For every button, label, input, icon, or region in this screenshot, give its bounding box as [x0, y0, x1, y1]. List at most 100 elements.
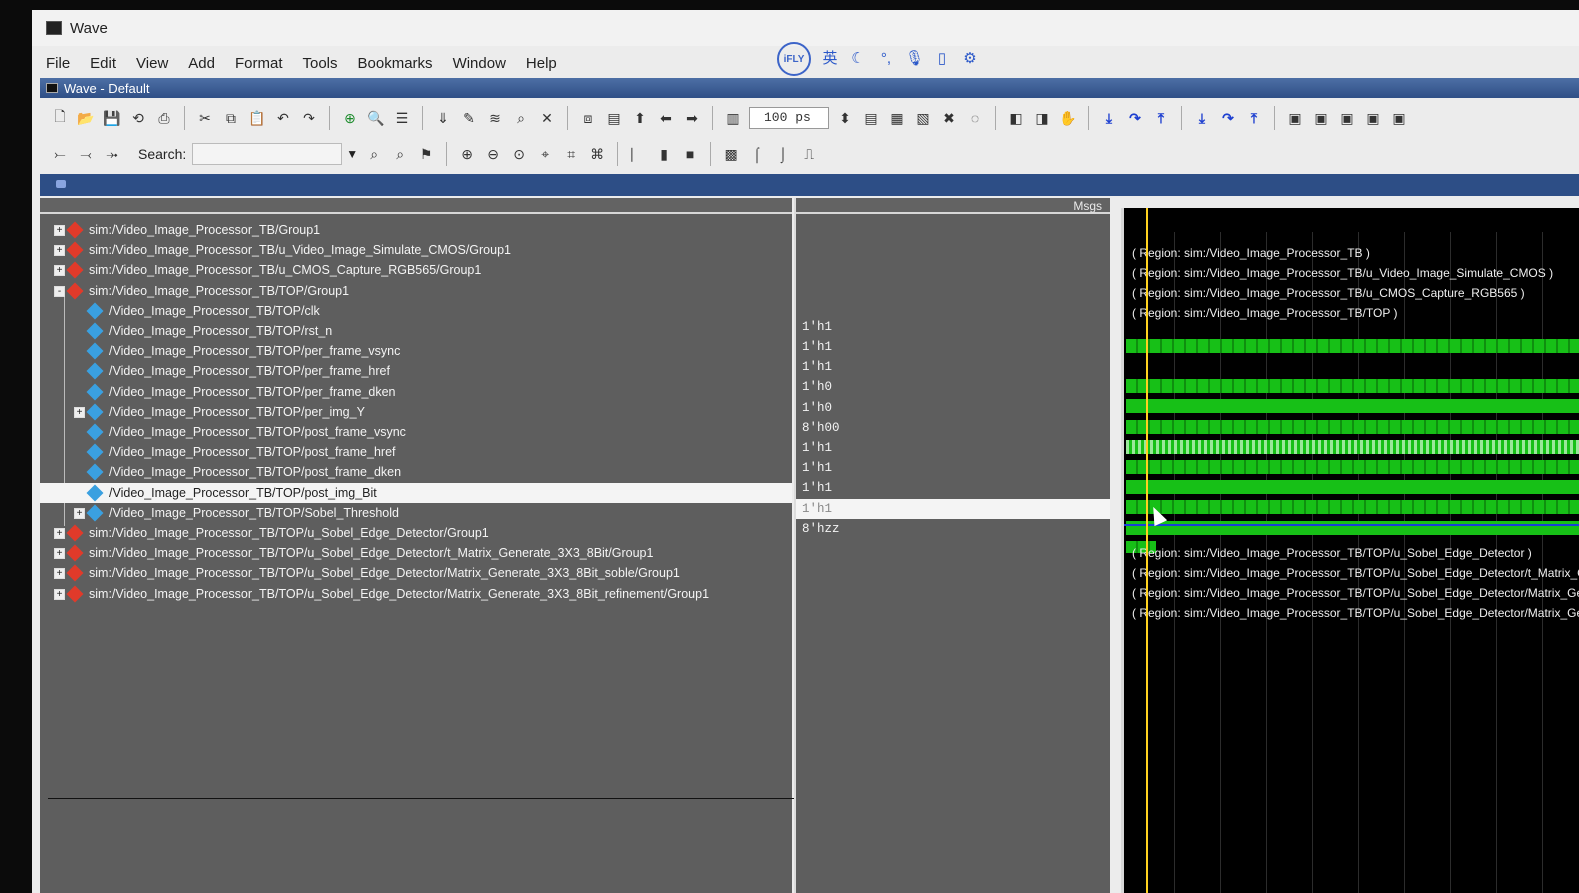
expand-icon[interactable]: +	[54, 224, 65, 236]
layout-4-icon[interactable]: ▣	[1363, 108, 1383, 128]
search-input[interactable]	[192, 143, 343, 165]
waveform-canvas[interactable]: ( Region: sim:/Video_Image_Processor_TB …	[1121, 208, 1579, 893]
expand-icon[interactable]: +	[54, 264, 65, 276]
break-icon[interactable]: ✖	[939, 108, 959, 128]
expand-icon[interactable]: +	[74, 406, 85, 418]
expand-icon[interactable]: +	[54, 588, 65, 600]
zoom-region-icon[interactable]: ⌕	[511, 108, 531, 128]
paste-icon[interactable]: 📋	[247, 108, 267, 128]
list-icon[interactable]: ▤	[604, 108, 624, 128]
pin-icon[interactable]	[56, 180, 66, 188]
format-icon[interactable]: ☰	[392, 108, 412, 128]
step-out-icon[interactable]: ⤒	[1151, 108, 1171, 128]
signal-waveform[interactable]	[1126, 440, 1579, 454]
step-out-alt-icon[interactable]: ⤒	[1244, 108, 1264, 128]
menu-item-add[interactable]: Add	[188, 55, 215, 72]
arrow-up-icon[interactable]: ⬆	[630, 108, 650, 128]
run-time-input[interactable]: 100 ps	[749, 107, 829, 129]
signal-value[interactable]: 8'h00	[802, 418, 840, 438]
add-icon[interactable]: ⊕	[340, 108, 360, 128]
delete-icon[interactable]: ✕	[537, 108, 557, 128]
any-edge-icon[interactable]: ⎍	[799, 144, 819, 164]
signal-waveform[interactable]	[1126, 480, 1579, 494]
signal-value[interactable]: 8'hzz	[802, 519, 840, 539]
zoom-cursor-icon[interactable]: ⌖	[535, 144, 555, 164]
wave-edit-icon[interactable]: ≋	[485, 108, 505, 128]
menu-item-window[interactable]: Window	[453, 55, 506, 72]
signal-value[interactable]: 1'h0	[802, 398, 832, 418]
print-icon[interactable]: ⎙	[154, 108, 174, 128]
run-icon[interactable]: ▤	[861, 108, 881, 128]
zoom-in-icon[interactable]: ⊕	[457, 144, 477, 164]
contributors-icon[interactable]: ⤞	[102, 144, 122, 164]
arrow-left-icon[interactable]: ⬅	[656, 108, 676, 128]
moon-icon[interactable]: ☾	[849, 50, 867, 68]
signal-row[interactable]: /Video_Image_Processor_TB/TOP/rst_n	[40, 321, 332, 341]
signal-value[interactable]: 1'h1	[802, 458, 832, 478]
microphone-icon[interactable]: 🎙	[905, 50, 924, 68]
restart-icon[interactable]: ◧	[1006, 108, 1026, 128]
run-all-icon[interactable]: ▧	[913, 108, 933, 128]
edit-icon[interactable]: ✎	[459, 108, 479, 128]
signal-value[interactable]: 1'h1	[802, 337, 832, 357]
arrow-right-icon[interactable]: ➡	[682, 108, 702, 128]
menu-item-format[interactable]: Format	[235, 55, 283, 72]
signal-waveform[interactable]	[1126, 379, 1579, 393]
signal-waveform[interactable]	[1126, 420, 1579, 434]
select-mode-icon[interactable]: ■	[680, 144, 700, 164]
spinner-icon[interactable]: ⬍	[835, 108, 855, 128]
layout-5-icon[interactable]: ▣	[1389, 108, 1409, 128]
signal-row[interactable]: /Video_Image_Processor_TB/TOP/post_frame…	[40, 462, 401, 482]
signal-group-row[interactable]: + sim:/Video_Image_Processor_TB/TOP/u_Sob…	[40, 543, 653, 563]
signal-waveform[interactable]	[1126, 399, 1579, 413]
open-icon[interactable]: 📂	[76, 108, 96, 128]
signal-row[interactable]: /Video_Image_Processor_TB/TOP/per_frame_…	[40, 361, 390, 381]
time-cursor[interactable]	[1146, 208, 1148, 893]
expand-icon[interactable]: +	[54, 244, 65, 256]
expand-icon[interactable]: ⤚	[50, 144, 70, 164]
signal-row[interactable]: /Video_Image_Processor_TB/TOP/post_frame…	[40, 442, 396, 462]
signal-value[interactable]: 1'h1	[802, 499, 832, 519]
expand-icon[interactable]: +	[54, 567, 65, 579]
signal-row[interactable]: /Video_Image_Processor_TB/TOP/post_img_B…	[40, 483, 792, 503]
cursor-icon[interactable]: ▮	[654, 144, 674, 164]
step-into-icon[interactable]: ⤓	[1099, 108, 1119, 128]
signal-row[interactable]: /Video_Image_Processor_TB/TOP/per_frame_…	[40, 341, 400, 361]
rising-edge-icon[interactable]: ⌠	[747, 144, 767, 164]
zoom-last-icon[interactable]: ⌘	[587, 144, 607, 164]
collapse-icon[interactable]: -	[54, 285, 65, 297]
continue-icon[interactable]: ▦	[887, 108, 907, 128]
expand-icon[interactable]: +	[54, 547, 65, 559]
cut-icon[interactable]: ✂	[195, 108, 215, 128]
zoom-full-icon[interactable]: ⊙	[509, 144, 529, 164]
signal-row[interactable]: /Video_Image_Processor_TB/TOP/clk	[40, 301, 320, 321]
menu-item-file[interactable]: File	[46, 55, 70, 72]
run-length-icon[interactable]: ▥	[723, 108, 743, 128]
redo-icon[interactable]: ↷	[299, 108, 319, 128]
menu-item-tools[interactable]: Tools	[303, 55, 338, 72]
ifly-logo-icon[interactable]: iFLY	[777, 42, 811, 76]
gear-icon[interactable]: ⚙	[961, 50, 979, 68]
find-icon[interactable]: 🔍	[366, 108, 386, 128]
signal-value[interactable]: 1'h1	[802, 438, 832, 458]
menu-item-bookmarks[interactable]: Bookmarks	[358, 55, 433, 72]
menu-item-edit[interactable]: Edit	[90, 55, 116, 72]
signal-group-row[interactable]: + sim:/Video_Image_Processor_TB/TOP/u_Sob…	[40, 584, 709, 604]
search-next-icon[interactable]: ⌕	[390, 144, 410, 164]
punctuation-icon[interactable]: °,	[877, 50, 895, 68]
signal-value[interactable]: 1'h0	[802, 377, 832, 397]
signal-row[interactable]: + /Video_Image_Processor_TB/TOP/per_img_Y	[40, 402, 365, 422]
step-over-icon[interactable]: ↷	[1125, 108, 1145, 128]
search-prev-icon[interactable]: ⌕	[364, 144, 384, 164]
save-icon[interactable]: 💾	[102, 108, 122, 128]
insert-cursor-icon[interactable]: ⎸	[628, 144, 648, 164]
signal-group-row[interactable]: - sim:/Video_Image_Processor_TB/TOP/Group…	[40, 281, 349, 301]
search-options-icon[interactable]: ⚑	[416, 144, 436, 164]
menu-item-help[interactable]: Help	[526, 55, 557, 72]
signal-row[interactable]: /Video_Image_Processor_TB/TOP/per_frame_…	[40, 382, 396, 402]
signal-value[interactable]: 1'h1	[802, 317, 832, 337]
expand-icon[interactable]: +	[74, 507, 85, 519]
layout-3-icon[interactable]: ▣	[1337, 108, 1357, 128]
ime-language-toggle[interactable]: 英	[821, 50, 839, 68]
zoom-range-icon[interactable]: ⌗	[561, 144, 581, 164]
